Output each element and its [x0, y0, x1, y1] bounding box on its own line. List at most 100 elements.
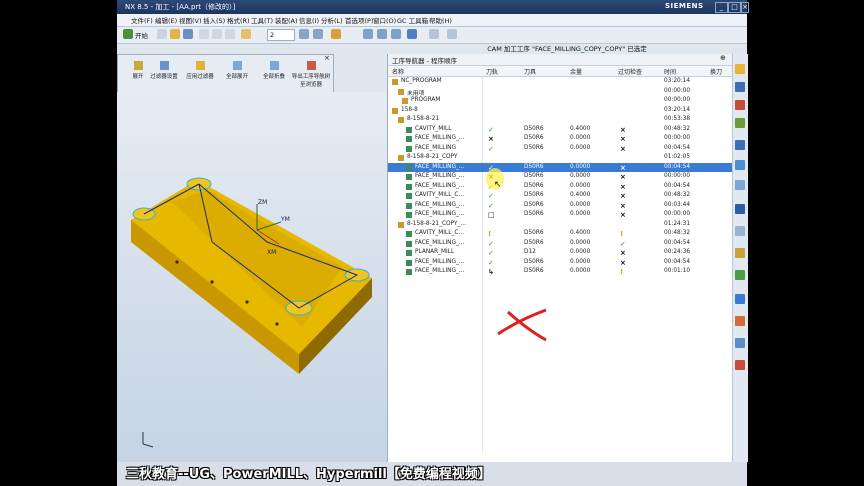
tool-name: D50R6	[524, 192, 544, 198]
start-button-label[interactable]: 开始	[135, 30, 148, 40]
operation-row[interactable]: NC_PROGRAM 03:20:14	[388, 77, 733, 87]
operation-row[interactable]: FACE_MILLING_... ↳ D50R6 0.0000! 00:01:10	[388, 267, 733, 277]
copy-icon[interactable]	[212, 29, 222, 39]
shading-icon[interactable]	[407, 29, 417, 39]
operation-row[interactable]: PROGRAM 00:00:00	[388, 96, 733, 106]
orient-icon[interactable]	[331, 29, 341, 39]
display-icon[interactable]	[313, 29, 323, 39]
new-icon[interactable]	[157, 29, 167, 39]
filter-settings-button[interactable]: 过滤器设置	[144, 61, 184, 89]
maximize-button[interactable]: □	[728, 2, 741, 13]
menu-insert[interactable]: 插入(S)	[203, 15, 225, 25]
operation-row[interactable]: FACE_MILLING_...×D50R60.0000×00:00:00	[388, 134, 733, 144]
tool-name: D50R6	[524, 163, 544, 170]
assembly-navigator-icon[interactable]	[735, 64, 745, 74]
pin-icon[interactable]: ⊕	[720, 54, 726, 62]
operation-row[interactable]: FACE_MILLING_...✓D50R60.0000×00:04:54	[388, 258, 733, 268]
tool-name: D50R6	[524, 182, 544, 189]
expand-all-button[interactable]: 全部展开	[217, 61, 257, 89]
operation-row[interactable]: 未用项 00:00:00	[388, 87, 733, 97]
menu-assembly[interactable]: 装配(A)	[275, 15, 298, 25]
system-scenes-icon[interactable]	[735, 270, 745, 280]
start-icon[interactable]	[123, 29, 133, 39]
tool-name: D12	[524, 249, 536, 255]
operation-row[interactable]: CAVITY_MILL_C...! D50R6 0.4000! 00:48:32	[388, 229, 733, 239]
operation-navigator-icon[interactable]	[735, 294, 745, 304]
operation-row[interactable]: CAVITY_MILL ✓ D50R6 0.4000 × 00:48:32	[388, 125, 733, 135]
operation-row[interactable]: FACE_MILLING_... ✓ D50R6 0.0000 × 00:03:44	[388, 201, 733, 211]
operation-row[interactable]: 8-158-8-21_COPY_... 01:24:31	[388, 220, 733, 230]
operation-type-icon	[406, 231, 412, 237]
standard-toolbar: 开始 2	[117, 27, 747, 44]
operation-row[interactable]: FACE_MILLING_... ✓ D50R6 0.0000 ✓ 00:04:54	[388, 239, 733, 249]
collapse-all-button[interactable]: 全部折叠	[254, 61, 294, 89]
menu-edit[interactable]: 编辑(E)	[155, 15, 177, 25]
machine-navigator-icon[interactable]	[735, 316, 745, 326]
gouge-check-status: ×	[620, 182, 626, 191]
col-name[interactable]: 名称	[392, 67, 404, 76]
col-tool[interactable]: 刀具	[524, 67, 536, 76]
col-time[interactable]: 时间	[664, 67, 676, 76]
save-icon[interactable]	[183, 29, 193, 39]
zoom-icon[interactable]	[377, 29, 387, 39]
menu-window[interactable]: 窗口(O)	[373, 15, 396, 25]
menu-file[interactable]: 文件(F)	[131, 15, 153, 25]
operation-row[interactable]: 158-8 03:20:14	[388, 106, 733, 116]
operation-row[interactable]: FACE_MILLING ✓ D50R6 0.0000 × 00:04:54	[388, 144, 733, 154]
operation-row[interactable]: CAVITY_MILL_C... ✓ D50R6 0.4000 × 00:48:32	[388, 191, 733, 201]
operation-type-icon	[406, 193, 412, 199]
select-icon[interactable]	[241, 29, 251, 39]
operation-row[interactable]: PLANAR_MILL ✓ D12 0.0000 × 00:24:36	[388, 248, 733, 258]
operation-row[interactable]: FACE_MILLING_...✓D50R60.0000×00:04:54	[388, 182, 733, 192]
view-icon[interactable]	[429, 29, 439, 39]
menu-analysis[interactable]: 分析(L)	[321, 15, 343, 25]
close-button[interactable]: ×	[741, 2, 749, 13]
graphics-viewport[interactable]: ZM YM XM	[117, 92, 387, 462]
hd3d-icon[interactable]	[735, 140, 745, 150]
tool-name: D50R6	[524, 201, 544, 208]
apply-filter-button[interactable]: 应用过滤器	[180, 61, 220, 89]
operation-row[interactable]: 8-158-8-21 00:53:38	[388, 115, 733, 125]
system-material-icon[interactable]	[735, 204, 745, 214]
operation-row[interactable]: FACE_MILLING_...✓D50R60.0000×00:04:54	[388, 162, 733, 172]
export-browser-button[interactable]: 导出工序导航树至浏览器	[290, 61, 332, 89]
machine-tool-icon[interactable]	[735, 338, 745, 348]
open-icon[interactable]	[170, 29, 180, 39]
layer-dropdown[interactable]: 2	[267, 29, 295, 41]
operation-type-icon	[402, 98, 408, 104]
layer-settings-icon[interactable]	[299, 29, 309, 39]
undo-icon[interactable]	[225, 29, 235, 39]
web-browser-icon[interactable]	[735, 160, 745, 170]
rotate-icon[interactable]	[391, 29, 401, 39]
menu-tools[interactable]: 工具(T)	[251, 15, 273, 25]
menu-gc-toolbox[interactable]: GC 工具箱	[397, 15, 428, 25]
menu-info[interactable]: 信息(I)	[299, 15, 319, 25]
stock-value: 0.0000	[570, 239, 591, 246]
fit-icon[interactable]	[363, 29, 373, 39]
col-stock[interactable]: 余量	[570, 67, 582, 76]
reuse-library-icon[interactable]	[735, 118, 745, 128]
menu-format[interactable]: 格式(R)	[227, 15, 250, 25]
roles-icon[interactable]	[735, 248, 745, 258]
col-toolchange[interactable]: 换刀	[710, 67, 722, 76]
history-icon[interactable]	[735, 180, 745, 190]
cut-icon[interactable]	[199, 29, 209, 39]
operation-name: NC_PROGRAM	[401, 78, 442, 84]
machining-time: 00:04:54	[664, 258, 691, 265]
operation-row[interactable]: 8-158-8-21_COPY 01:02:05	[388, 153, 733, 163]
operation-row[interactable]: FACE_MILLING_...×D50R60.0000×00:00:00	[388, 172, 733, 182]
minimize-button[interactable]: _	[715, 2, 728, 13]
menu-help[interactable]: 帮助(H)	[429, 15, 452, 25]
col-gouge[interactable]: 过切检查	[618, 67, 642, 76]
constraint-navigator-icon[interactable]	[735, 82, 745, 92]
menu-preferences[interactable]: 首选项(P)	[345, 15, 374, 25]
toolpath-status: ×	[488, 135, 494, 143]
process-studio-icon[interactable]	[735, 226, 745, 236]
operation-row[interactable]: FACE_MILLING_... □ D50R6 0.0000 × 00:00:00	[388, 210, 733, 220]
palette-icon[interactable]	[735, 360, 745, 370]
col-path[interactable]: 刀轨	[486, 67, 498, 76]
operation-name: CAVITY_MILL_C...	[415, 192, 464, 198]
part-navigator-icon[interactable]	[735, 100, 745, 110]
snap-icon[interactable]	[447, 29, 457, 39]
menu-view[interactable]: 视图(V)	[179, 15, 202, 25]
